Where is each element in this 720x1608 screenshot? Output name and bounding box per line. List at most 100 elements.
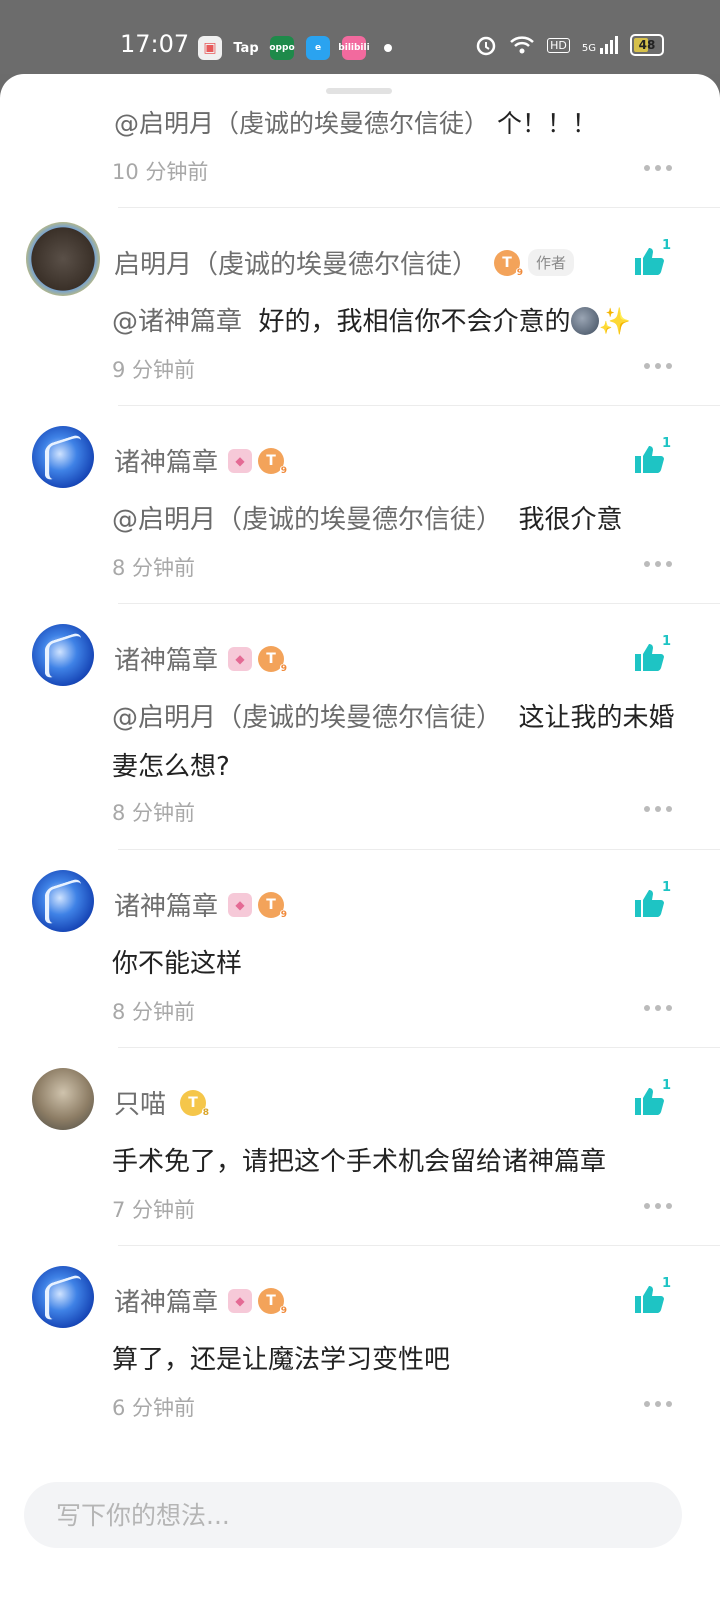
author-name: 启明月（虔诚的埃曼德尔信徒） xyxy=(114,250,479,280)
comment-time: 10 分钟前 xyxy=(112,160,209,184)
author-name: 诸神篇章 xyxy=(114,892,219,922)
mention[interactable]: @启明月（虔诚的埃曼德尔信徒） xyxy=(112,505,502,535)
more-options-icon[interactable] xyxy=(644,560,672,568)
like-count: 1 xyxy=(662,1078,672,1093)
author-name: 诸神篇章 xyxy=(114,1288,219,1318)
mention[interactable]: @启明月（虔诚的埃曼德尔信徒） xyxy=(112,703,502,733)
more-options-icon[interactable] xyxy=(644,1004,672,1012)
badge-letter: T xyxy=(266,650,276,667)
comment-text: 手术免了，请把这个手术机会留给诸神篇章 xyxy=(112,1138,682,1187)
badge-level: 9 xyxy=(279,465,289,477)
hd-badge: HD xyxy=(547,37,570,53)
comment-body: 好的，我相信你不会介意的 xyxy=(258,307,571,337)
oppo-icon: oppo xyxy=(269,36,295,60)
more-options-icon[interactable] xyxy=(644,1400,672,1408)
more-options-icon[interactable] xyxy=(644,805,672,813)
status-time: 17:07 xyxy=(120,30,190,58)
level-badge-icon: T9 xyxy=(258,645,289,675)
thumbs-up-icon[interactable] xyxy=(632,244,666,278)
comment-time: 7 分钟前 xyxy=(112,1198,196,1222)
vip-badge-icon: ◆ xyxy=(228,1288,253,1313)
tap-icon: Tap xyxy=(233,40,259,56)
divider xyxy=(118,849,720,850)
moon-emoji-icon xyxy=(570,307,599,335)
more-options-icon[interactable] xyxy=(644,362,672,370)
divider xyxy=(118,603,720,604)
comment-author[interactable]: 诸神篇章 ◆ T9 xyxy=(114,886,289,923)
like-count: 1 xyxy=(662,238,672,253)
comment-body: 我很介意 xyxy=(518,505,623,535)
comment-author[interactable]: 只喵 T8 xyxy=(114,1084,211,1121)
badge-level: 9 xyxy=(515,267,525,279)
author-name: 诸神篇章 xyxy=(114,448,219,478)
comment-text: @启明月（虔诚的埃曼德尔信徒） 这让我的未婚妻怎么想? xyxy=(112,694,682,792)
comment-sheet: @启明月（虔诚的埃曼德尔信徒） 个！！！ 10 分钟前 启明月（虔诚的埃曼德尔信… xyxy=(0,74,720,1608)
comment-author[interactable]: 启明月（虔诚的埃曼德尔信徒） T9 作者 xyxy=(114,244,575,281)
comment-author[interactable]: 诸神篇章 ◆ T9 xyxy=(114,640,289,677)
notification-dot xyxy=(384,44,392,52)
author-name: 诸神篇章 xyxy=(114,646,219,676)
mention[interactable]: @启明月（虔诚的埃曼德尔信徒） xyxy=(114,109,489,138)
bilibili-game-icon: ▣ xyxy=(198,36,222,60)
thumbs-up-icon[interactable] xyxy=(632,1084,666,1118)
avatar[interactable] xyxy=(32,426,94,488)
comment-body: 个！！！ xyxy=(496,109,597,138)
like-count: 1 xyxy=(662,880,672,895)
mention[interactable]: @诸神篇章 xyxy=(112,307,242,337)
avatar[interactable] xyxy=(32,870,94,932)
comment-time: 6 分钟前 xyxy=(112,1396,196,1420)
signal-icon: 5G xyxy=(582,36,618,54)
badge-level: 9 xyxy=(279,1305,289,1317)
level-badge-icon: T9 xyxy=(258,1287,289,1317)
comment-author[interactable]: 诸神篇章 ◆ T9 xyxy=(114,1282,289,1319)
vip-badge-icon: ◆ xyxy=(228,646,253,671)
avatar[interactable] xyxy=(32,1266,94,1328)
badge-level: 9 xyxy=(279,663,289,675)
badge-letter: T xyxy=(266,452,276,469)
comment-time: 8 分钟前 xyxy=(112,1000,196,1024)
status-app-icons: ▣ Tap oppo e bilibili xyxy=(198,36,392,60)
status-bar: 17:07 ▣ Tap oppo e bilibili HD 5G 48 xyxy=(0,0,720,74)
level-badge-icon: T9 xyxy=(258,447,289,477)
comment-author[interactable]: 诸神篇章 ◆ T9 xyxy=(114,442,289,479)
level-badge-icon: T8 xyxy=(180,1089,211,1119)
thumbs-up-icon[interactable] xyxy=(632,442,666,476)
comment-body: 手术免了，请把这个手术机会留给诸神篇章 xyxy=(112,1147,607,1177)
alarm-icon xyxy=(476,36,496,56)
comment-body: 你不能这样 xyxy=(112,949,243,979)
comment-time: 9 分钟前 xyxy=(112,358,196,382)
thumbs-up-icon[interactable] xyxy=(632,886,666,920)
thumbs-up-icon[interactable] xyxy=(632,640,666,674)
badge-letter: T xyxy=(266,896,276,913)
comment-time: 8 分钟前 xyxy=(112,556,196,580)
like-count: 1 xyxy=(662,634,672,649)
e-icon: e xyxy=(306,36,330,60)
badge-letter: T xyxy=(502,254,512,271)
comment-time: 8 分钟前 xyxy=(112,801,196,825)
badge-letter: T xyxy=(188,1094,198,1111)
more-options-icon[interactable] xyxy=(644,164,672,172)
status-indicators: HD 5G 48 xyxy=(475,34,664,56)
drag-handle[interactable] xyxy=(326,88,392,94)
comment-input[interactable] xyxy=(24,1482,682,1548)
author-name: 只喵 xyxy=(114,1090,167,1120)
signal-label: 5G xyxy=(581,43,596,54)
thumbs-up-icon[interactable] xyxy=(632,1282,666,1316)
sparkle-emoji: ✨ xyxy=(598,307,631,337)
comment-body: 算了，还是让魔法学习变性吧 xyxy=(112,1345,451,1375)
badge-level: 8 xyxy=(201,1107,211,1119)
more-options-icon[interactable] xyxy=(644,1202,672,1210)
avatar[interactable] xyxy=(32,624,94,686)
divider xyxy=(118,1245,720,1246)
avatar[interactable] xyxy=(26,222,100,296)
divider xyxy=(118,405,720,406)
battery-level: 48 xyxy=(638,38,656,52)
battery-icon: 48 xyxy=(630,34,664,56)
vip-badge-icon: ◆ xyxy=(228,892,253,917)
badge-letter: T xyxy=(266,1292,276,1309)
comment-text: @启明月（虔诚的埃曼德尔信徒） 个！！！ xyxy=(114,104,597,140)
avatar[interactable] xyxy=(32,1068,94,1130)
bilibili-icon: bilibili xyxy=(338,36,370,60)
like-count: 1 xyxy=(662,1276,672,1291)
comment-text: 你不能这样 xyxy=(112,940,682,989)
